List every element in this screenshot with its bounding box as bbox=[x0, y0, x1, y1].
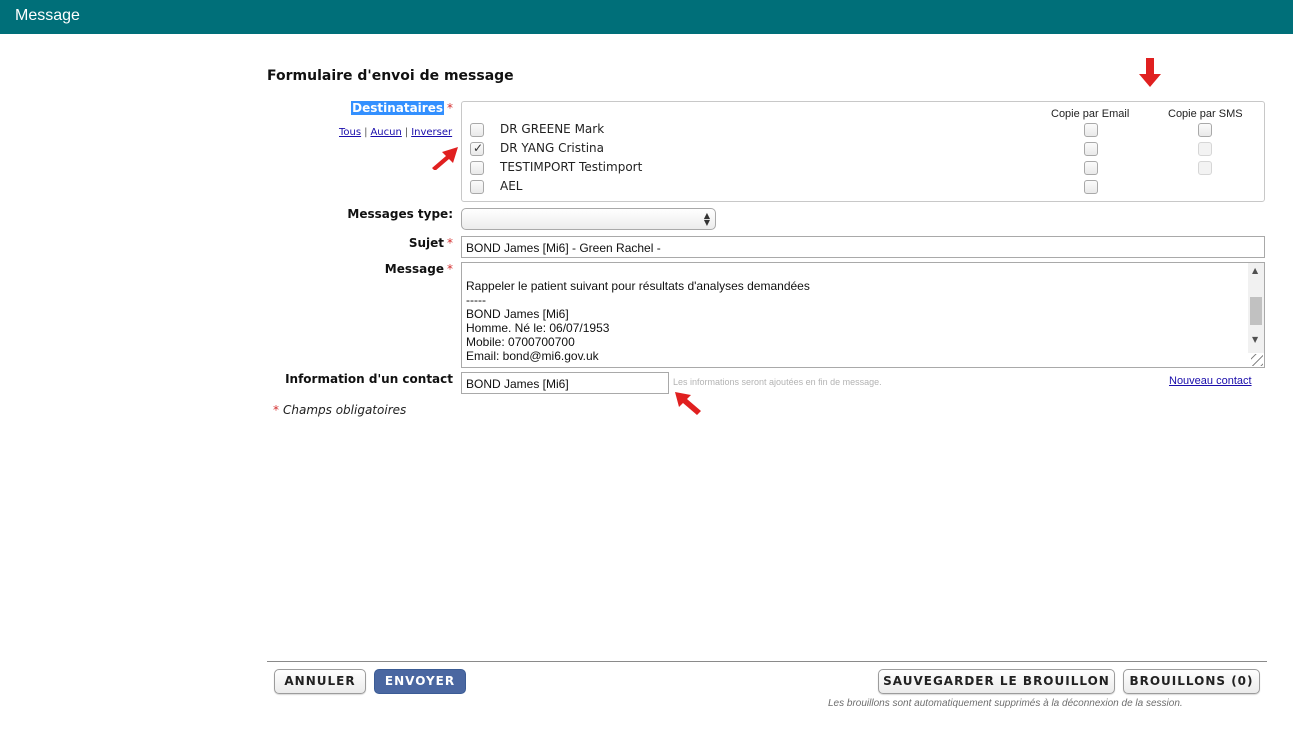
contact-info-label: Information d'un contact bbox=[285, 372, 453, 386]
form-title: Formulaire d'envoi de message bbox=[267, 68, 514, 84]
recipient-name: AEL bbox=[500, 179, 523, 193]
recipient-row: TESTIMPORT Testimport bbox=[462, 159, 1264, 178]
required-fields-note: * Champs obligatoires bbox=[273, 403, 406, 417]
email-copy-checkbox[interactable] bbox=[1084, 142, 1098, 156]
recipients-label: Destinataires * bbox=[349, 101, 453, 115]
required-star: * bbox=[447, 101, 453, 115]
message-text: Rappeler le patient suivant pour résulta… bbox=[466, 279, 810, 363]
resize-grip-icon[interactable] bbox=[1251, 354, 1263, 366]
email-copy-checkbox[interactable] bbox=[1084, 161, 1098, 175]
window-title: Message bbox=[15, 7, 80, 24]
recipient-quick-links: Tous | Aucun | Inverser bbox=[339, 127, 452, 138]
message-type-select[interactable]: ▲ ▼ bbox=[461, 208, 716, 230]
recipient-checkbox[interactable] bbox=[470, 180, 484, 194]
annotation-arrow-icon bbox=[1139, 58, 1161, 87]
message-label: Message * bbox=[360, 262, 453, 276]
footer-divider bbox=[267, 661, 1267, 662]
recipient-checkbox[interactable] bbox=[470, 161, 484, 175]
required-star: * bbox=[447, 236, 453, 250]
message-scrollbar[interactable]: ▲ ▼ bbox=[1248, 263, 1264, 353]
recipient-row: DR YANG Cristina bbox=[462, 140, 1264, 159]
send-button[interactable]: ENVOYER bbox=[374, 669, 466, 694]
sms-copy-checkbox[interactable] bbox=[1198, 123, 1212, 137]
contact-info-input[interactable]: BOND James [Mi6] bbox=[461, 372, 669, 394]
drafts-button[interactable]: BROUILLONS (0) bbox=[1123, 669, 1260, 694]
scroll-thumb[interactable] bbox=[1250, 297, 1262, 325]
email-copy-column-header: Copie par Email bbox=[1051, 108, 1130, 120]
contact-info-hint: Les informations seront ajoutées en fin … bbox=[673, 377, 882, 387]
sms-copy-checkbox bbox=[1198, 161, 1212, 175]
recipients-list: Copie par Email Copie par SMS DR GREENE … bbox=[461, 101, 1265, 202]
save-draft-button[interactable]: SAUVEGARDER LE BROUILLON bbox=[878, 669, 1115, 694]
select-arrows-icon: ▲ ▼ bbox=[703, 211, 710, 227]
email-copy-checkbox[interactable] bbox=[1084, 123, 1098, 137]
scroll-up-icon[interactable]: ▲ bbox=[1252, 266, 1258, 275]
required-star: * bbox=[447, 262, 453, 276]
recipient-row: DR GREENE Mark bbox=[462, 121, 1264, 140]
annotation-arrow-icon bbox=[432, 147, 458, 170]
scroll-down-icon[interactable]: ▼ bbox=[1252, 335, 1258, 344]
recipient-checkbox[interactable] bbox=[470, 123, 484, 137]
subject-input[interactable]: BOND James [Mi6] - Green Rachel - bbox=[461, 236, 1265, 258]
select-none-link[interactable]: Aucun bbox=[370, 127, 401, 138]
sms-copy-checkbox bbox=[1198, 142, 1212, 156]
annotation-arrow-icon bbox=[675, 392, 701, 415]
recipient-checkbox[interactable] bbox=[470, 141, 484, 156]
link-separator: | bbox=[404, 127, 409, 138]
message-label-text: Message bbox=[384, 262, 444, 276]
link-separator: | bbox=[364, 127, 368, 138]
cancel-button[interactable]: ANNULER bbox=[274, 669, 366, 694]
email-copy-checkbox[interactable] bbox=[1084, 180, 1098, 194]
message-textarea[interactable]: Rappeler le patient suivant pour résulta… bbox=[461, 262, 1265, 368]
new-contact-link[interactable]: Nouveau contact bbox=[1169, 375, 1252, 387]
window-title-bar: Message bbox=[0, 0, 1293, 34]
recipient-name: TESTIMPORT Testimport bbox=[500, 160, 643, 174]
required-star: * bbox=[273, 403, 279, 417]
required-fields-note-text: Champs obligatoires bbox=[283, 403, 407, 417]
message-type-label: Messages type: bbox=[347, 207, 453, 221]
subject-label-text: Sujet bbox=[408, 236, 444, 250]
recipient-name: DR YANG Cristina bbox=[500, 141, 604, 155]
recipient-name: DR GREENE Mark bbox=[500, 122, 605, 136]
drafts-note: Les brouillons sont automatiquement supp… bbox=[828, 698, 1183, 709]
recipient-row: AEL bbox=[462, 178, 1264, 197]
recipients-label-text: Destinataires bbox=[351, 101, 444, 115]
sms-copy-column-header: Copie par SMS bbox=[1168, 108, 1243, 120]
subject-label: Sujet * bbox=[360, 236, 453, 250]
invert-selection-link[interactable]: Inverser bbox=[411, 127, 452, 138]
select-all-link[interactable]: Tous bbox=[339, 127, 361, 138]
